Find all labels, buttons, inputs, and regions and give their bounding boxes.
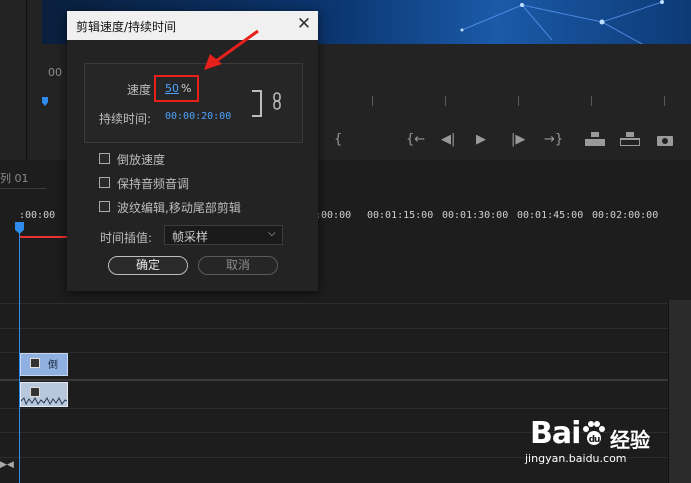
video-clip[interactable] — [20, 353, 68, 376]
ruler-tick — [591, 96, 592, 106]
render-bar — [20, 236, 68, 238]
ripple-edit-checkbox[interactable] — [99, 201, 110, 212]
baidu-logo-text: Bai — [530, 416, 581, 451]
reverse-speed-label: 倒放速度 — [117, 153, 166, 167]
play-button[interactable]: ▶ — [476, 132, 486, 147]
sequence-tab[interactable]: 列 01 — [0, 170, 29, 186]
watermark-url: jingyan.baidu.com — [525, 452, 627, 465]
ruler-label: :00:00 — [19, 210, 56, 221]
ruler-tick — [445, 96, 446, 106]
insert-icon[interactable] — [585, 132, 605, 150]
step-back-button[interactable]: ◀| — [441, 132, 455, 147]
track-divider — [0, 352, 668, 353]
maintain-pitch-label: 保持音频音调 — [117, 177, 190, 191]
track-divider — [0, 303, 668, 304]
ruler-label: 00:01:45:00 — [517, 210, 584, 221]
link-bracket — [252, 90, 262, 117]
ruler-tick — [518, 96, 519, 106]
audio-waveform — [21, 397, 67, 405]
track-divider — [0, 328, 668, 329]
time-interpolation-value: 帧采样 — [172, 230, 209, 244]
ruler-tick — [372, 96, 373, 106]
watermark-cn-text: 经验 — [610, 428, 650, 452]
expand-arrow-icon[interactable]: ▶◀ — [0, 460, 14, 470]
ruler-label: 00:02:00:00 — [592, 210, 659, 221]
speed-duration-dialog — [67, 11, 318, 291]
dialog-title: 剪辑速度/持续时间 — [76, 20, 177, 34]
ruler-label: 00:01:15:00 — [367, 210, 434, 221]
audio-clip[interactable] — [20, 382, 68, 407]
paw-icon: du — [583, 421, 606, 445]
timeline-playhead-line — [19, 222, 20, 483]
chevron-down-icon: ⌵ — [268, 228, 276, 239]
close-icon[interactable]: ✕ — [294, 13, 314, 35]
mark-in-button[interactable]: { — [334, 132, 342, 147]
duration-label: 持续时间: — [99, 112, 152, 126]
duration-value-input[interactable]: 00:00:20:00 — [165, 111, 231, 122]
speed-label: 速度 — [127, 83, 152, 97]
camera-icon[interactable] — [657, 134, 673, 150]
left-panel — [0, 0, 27, 160]
monitor-timecode: 00 — [48, 66, 62, 79]
highlight-box — [154, 75, 199, 102]
time-interpolation-label: 时间插值: — [100, 231, 153, 245]
annotation-arrow — [204, 29, 259, 70]
reverse-speed-checkbox[interactable] — [99, 153, 110, 164]
go-to-out-button[interactable]: →} — [544, 132, 563, 147]
ripple-edit-label: 波纹编辑,移动尾部剪辑 — [117, 201, 241, 215]
fx-icon — [30, 387, 40, 397]
cancel-button[interactable]: 取消 — [198, 256, 278, 275]
maintain-pitch-checkbox[interactable] — [99, 177, 110, 188]
track-divider — [0, 379, 668, 381]
go-to-in-button[interactable]: {← — [406, 132, 425, 147]
svg-text:du: du — [589, 435, 600, 445]
chain-link-icon[interactable] — [273, 92, 281, 114]
overwrite-icon[interactable] — [619, 132, 641, 150]
ruler-label: 00:01:30:00 — [442, 210, 509, 221]
tab-underline — [0, 188, 46, 189]
timeline-scrollbar[interactable] — [668, 300, 691, 483]
ruler-label: :00:00 — [315, 210, 352, 221]
ok-button[interactable]: 确定 — [108, 256, 188, 275]
track-divider — [0, 408, 668, 409]
baidu-logo: Bai du — [530, 416, 608, 451]
video-clip-label: 倒 — [48, 360, 58, 371]
step-forward-button[interactable]: |▶ — [511, 132, 525, 147]
fx-icon — [30, 358, 40, 368]
ruler-tick — [664, 96, 665, 106]
